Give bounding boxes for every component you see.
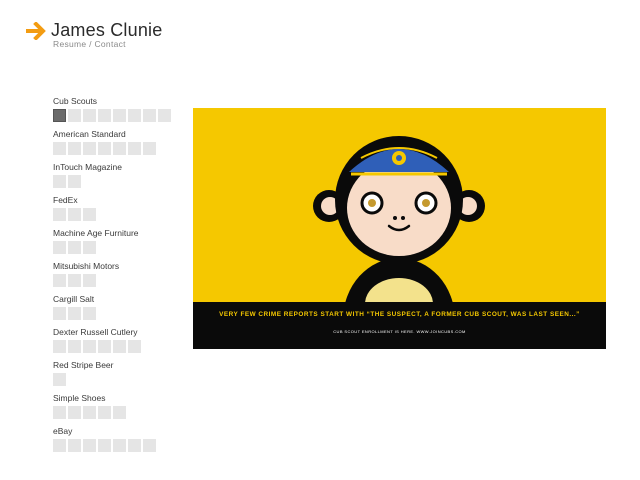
ad-caption-band: VERY FEW CRIME REPORTS START WITH “THE S… [193, 302, 606, 349]
client-item: Cargill Salt [53, 294, 183, 327]
thumbnail[interactable] [83, 307, 96, 320]
client-name-link[interactable]: Machine Age Furniture [53, 228, 183, 239]
client-name-link[interactable]: Dexter Russell Cutlery [53, 327, 183, 338]
thumbnail[interactable] [113, 142, 126, 155]
client-name-link[interactable]: Cargill Salt [53, 294, 183, 305]
thumbnail-strip [53, 109, 183, 122]
thumbnail[interactable] [53, 439, 66, 452]
thumbnail[interactable] [68, 307, 81, 320]
thumbnail-active[interactable] [53, 109, 66, 122]
thumbnail[interactable] [83, 109, 96, 122]
thumbnail[interactable] [68, 241, 81, 254]
thumbnail[interactable] [98, 142, 111, 155]
thumbnail[interactable] [53, 208, 66, 221]
thumbnail-strip [53, 307, 183, 320]
thumbnail[interactable] [68, 208, 81, 221]
client-item: eBay [53, 426, 183, 459]
thumbnail[interactable] [128, 439, 141, 452]
client-name-link[interactable]: Cub Scouts [53, 96, 183, 107]
thumbnail[interactable] [68, 274, 81, 287]
thumbnail[interactable] [143, 142, 156, 155]
ad-headline: VERY FEW CRIME REPORTS START WITH “THE S… [219, 311, 580, 318]
thumbnail[interactable] [53, 340, 66, 353]
client-item: American Standard [53, 129, 183, 162]
thumbnail[interactable] [128, 109, 141, 122]
client-item: Cub Scouts [53, 96, 183, 129]
thumbnail[interactable] [53, 142, 66, 155]
thumbnail-strip [53, 274, 183, 287]
client-name-link[interactable]: FedEx [53, 195, 183, 206]
cub-scout-illustration [313, 136, 485, 302]
thumbnail-strip [53, 208, 183, 221]
thumbnail[interactable] [83, 241, 96, 254]
thumbnail-strip [53, 142, 183, 155]
portfolio-artwork: VERY FEW CRIME REPORTS START WITH “THE S… [193, 108, 606, 349]
thumbnail-strip [53, 340, 183, 353]
thumbnail[interactable] [98, 406, 111, 419]
thumbnail[interactable] [83, 439, 96, 452]
thumbnail[interactable] [83, 274, 96, 287]
thumbnail[interactable] [68, 175, 81, 188]
thumbnail[interactable] [113, 439, 126, 452]
client-item: Red Stripe Beer [53, 360, 183, 393]
thumbnail[interactable] [83, 208, 96, 221]
client-name-link[interactable]: InTouch Magazine [53, 162, 183, 173]
client-list: Cub Scouts American Standard InTouch Magaz… [53, 96, 183, 459]
site-nav: Resume / Contact [53, 39, 126, 49]
client-name-link[interactable]: eBay [53, 426, 183, 437]
client-name-link[interactable]: American Standard [53, 129, 183, 140]
client-name-link[interactable]: Simple Shoes [53, 393, 183, 404]
thumbnail[interactable] [53, 274, 66, 287]
thumbnail[interactable] [128, 142, 141, 155]
thumbnail-strip [53, 373, 183, 386]
client-name-link[interactable]: Mitsubishi Motors [53, 261, 183, 272]
thumbnail[interactable] [68, 439, 81, 452]
thumbnail[interactable] [53, 307, 66, 320]
thumbnail[interactable] [143, 439, 156, 452]
thumbnail[interactable] [68, 340, 81, 353]
thumbnail[interactable] [68, 142, 81, 155]
client-item: Simple Shoes [53, 393, 183, 426]
thumbnail[interactable] [98, 439, 111, 452]
client-item: InTouch Magazine [53, 162, 183, 195]
thumbnail[interactable] [53, 373, 66, 386]
thumbnail[interactable] [53, 241, 66, 254]
ad-illustration [193, 108, 606, 302]
contact-link[interactable]: Contact [94, 39, 125, 49]
thumbnail-strip [53, 439, 183, 452]
ad-subline: CUB SCOUT ENROLLMENT IS HERE. WWW.JOINCU… [333, 329, 466, 334]
thumbnail[interactable] [83, 340, 96, 353]
resume-link[interactable]: Resume [53, 39, 86, 49]
thumbnail-strip [53, 406, 183, 419]
thumbnail[interactable] [113, 340, 126, 353]
thumbnail-strip [53, 175, 183, 188]
arrow-right-icon [26, 22, 46, 40]
thumbnail[interactable] [98, 340, 111, 353]
thumbnail[interactable] [68, 406, 81, 419]
thumbnail-strip [53, 241, 183, 254]
thumbnail[interactable] [83, 406, 96, 419]
client-name-link[interactable]: Red Stripe Beer [53, 360, 183, 371]
thumbnail[interactable] [158, 109, 171, 122]
thumbnail[interactable] [53, 175, 66, 188]
client-item: Dexter Russell Cutlery [53, 327, 183, 360]
thumbnail[interactable] [128, 340, 141, 353]
thumbnail[interactable] [68, 109, 81, 122]
client-item: Machine Age Furniture [53, 228, 183, 261]
client-item: FedEx [53, 195, 183, 228]
thumbnail[interactable] [113, 406, 126, 419]
thumbnail[interactable] [143, 109, 156, 122]
thumbnail[interactable] [113, 109, 126, 122]
client-item: Mitsubishi Motors [53, 261, 183, 294]
thumbnail[interactable] [53, 406, 66, 419]
thumbnail[interactable] [98, 109, 111, 122]
thumbnail[interactable] [83, 142, 96, 155]
